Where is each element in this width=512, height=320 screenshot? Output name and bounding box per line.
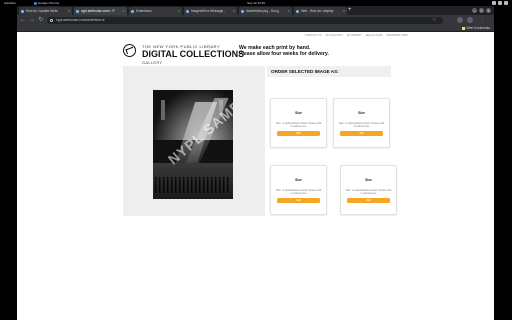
web-page: CONTACT US MY ACCOUNT MY BASKET HELP & F… — [17, 32, 494, 320]
tab-favicon-icon — [186, 9, 189, 13]
address-bar[interactable]: nypl.artehouse.com/orderitem.cf — [47, 16, 443, 24]
forward-icon[interactable]: → — [28, 16, 36, 24]
tab-favicon-icon — [21, 9, 24, 13]
bookmark-star-icon[interactable]: ☆ — [432, 16, 436, 24]
lock-icon — [50, 18, 53, 22]
tab-title: nypl.artehouse.com/ - P — [81, 9, 115, 13]
tab-title: doubleclick.png - Goog — [246, 9, 279, 13]
card-title: Size — [365, 178, 372, 182]
nav-link[interactable]: MY BASKET — [347, 34, 362, 37]
network-icon — [492, 1, 496, 5]
card-title: Size — [295, 111, 302, 115]
photo-crowd — [155, 177, 231, 193]
other-bookmarks[interactable]: Other bookmarks — [461, 25, 490, 32]
order-option-card: Size Size: no options/frame shown. Pleas… — [270, 165, 327, 215]
browser-tab[interactable]: html - How do I display × — [294, 7, 347, 15]
browser-toolbar: ← → ↻ nypl.artehouse.com/orderitem.cf ☆ … — [17, 15, 494, 25]
card-description: Size: no options/frame shown. Please cli… — [275, 122, 322, 128]
tab-close-icon[interactable]: × — [123, 7, 125, 15]
tab-favicon-icon — [131, 9, 134, 13]
folder-icon — [461, 27, 465, 30]
minimize-icon[interactable]: – — [472, 8, 477, 13]
order-option-card: Size Size: no options/frame shown. Pleas… — [270, 98, 327, 148]
tab-close-icon[interactable]: × — [178, 7, 180, 15]
card-go-button[interactable]: GO — [277, 198, 320, 203]
profile-avatar[interactable] — [467, 17, 473, 23]
browser-tab[interactable]: doubleclick.png - Goog × — [239, 7, 292, 15]
card-go-button[interactable]: GO — [347, 198, 390, 203]
logo-subtitle: GALLERY — [142, 60, 163, 65]
delivery-message: We make each print by hand. Please allow… — [239, 45, 329, 57]
nypl-lion-logo-icon[interactable] — [123, 44, 136, 57]
photo-window — [161, 100, 165, 120]
card-description: Size: no options/frame shown. Please cli… — [345, 189, 392, 195]
browser-tab-active[interactable]: nypl.artehouse.com/ - P × — [74, 7, 127, 15]
tab-title: html - How do I display — [301, 9, 334, 13]
tab-close-icon[interactable]: × — [68, 7, 70, 15]
window-controls: – □ × — [472, 8, 491, 13]
extension-icon[interactable] — [457, 17, 463, 23]
other-bookmarks-label: Other bookmarks — [465, 26, 490, 30]
order-option-card: Size Size: no options/frame shown. Pleas… — [333, 98, 390, 148]
site-top-nav: CONTACT US MY ACCOUNT MY BASKET HELP & F… — [305, 34, 408, 37]
bookmarks-bar: Other bookmarks — [17, 25, 494, 32]
card-title: Size — [295, 178, 302, 182]
tab-close-icon[interactable]: × — [233, 7, 235, 15]
tab-close-icon[interactable]: × — [343, 7, 345, 15]
tab-title: Extensions — [136, 9, 152, 13]
new-tab-button[interactable]: + — [348, 6, 352, 15]
tab-title: Images/Error Message - — [191, 9, 226, 13]
card-description: Size: no options/frame shown. Please cli… — [275, 189, 322, 195]
desktop-screen: Activities Google Chrome Sep 13 10:45 Ho… — [0, 0, 512, 320]
card-go-button[interactable]: GO — [277, 131, 320, 136]
power-icon — [504, 1, 508, 5]
browser-tab[interactable]: Images/Error Message - × — [184, 7, 237, 15]
tab-favicon-icon — [296, 9, 299, 13]
card-title: Size — [358, 111, 365, 115]
system-tray[interactable] — [492, 1, 508, 5]
browser-tab[interactable]: Extensions × — [129, 7, 182, 15]
back-icon[interactable]: ← — [19, 16, 27, 24]
tab-favicon-icon — [241, 9, 244, 13]
reload-icon[interactable]: ↻ — [37, 16, 45, 24]
nav-link[interactable]: HELP & FAQS — [366, 34, 383, 37]
order-heading: ORDER SELECTED IMAGE AS: — [267, 66, 391, 77]
selected-photo: NYPL SAMPLE — [153, 90, 233, 199]
browser-tab[interactable]: How do I update Node × — [19, 7, 72, 15]
address-text: nypl.artehouse.com/orderitem.cf — [56, 17, 105, 22]
volume-icon — [498, 1, 502, 5]
card-go-button[interactable]: GO — [340, 131, 383, 136]
tab-favicon-icon — [76, 9, 79, 13]
logo-title[interactable]: DIGITAL COLLECTIONS — [142, 49, 244, 59]
tab-close-icon[interactable]: × — [288, 7, 290, 15]
close-window-icon[interactable]: × — [486, 8, 491, 13]
nav-link[interactable]: SHOPPING CART — [387, 34, 408, 37]
browser-window: How do I update Node × nypl.artehouse.com… — [17, 6, 494, 320]
maximize-icon[interactable]: □ — [479, 8, 484, 13]
tab-strip: How do I update Node × nypl.artehouse.com… — [17, 6, 494, 15]
kebab-menu-icon[interactable]: ⋮ — [479, 17, 485, 23]
nav-link[interactable]: MY ACCOUNT — [326, 34, 343, 37]
order-option-card: Size Size: no options/frame shown. Pleas… — [340, 165, 397, 215]
card-description: Size: no options/frame shown. Please cli… — [338, 122, 385, 128]
delivery-message-line2: Please allow four weeks for delivery. — [239, 51, 329, 58]
tab-title: How do I update Node — [26, 9, 58, 13]
nav-link[interactable]: CONTACT US — [305, 34, 322, 37]
